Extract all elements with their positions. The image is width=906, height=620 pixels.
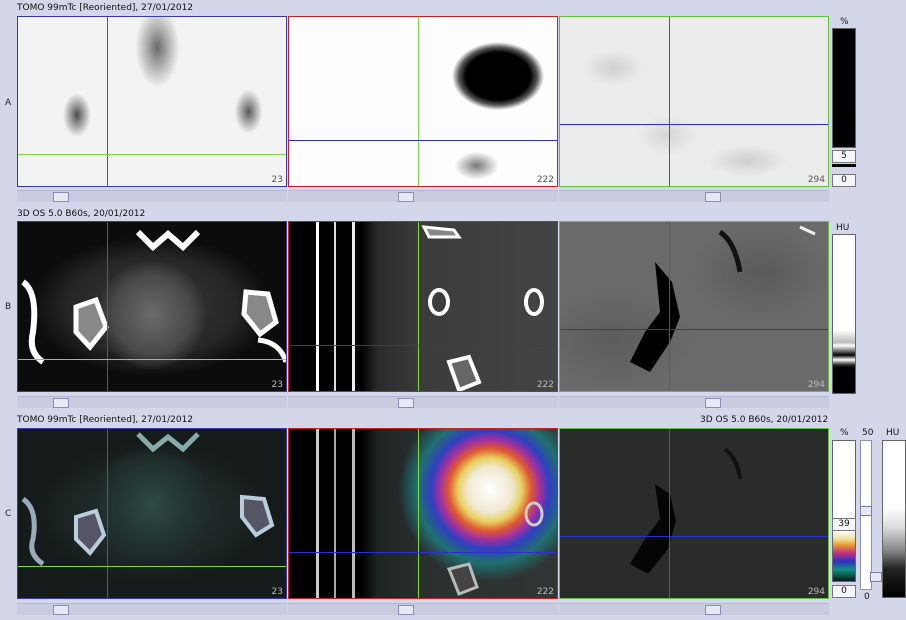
fused-structures: [630, 447, 742, 574]
fused-bones: [21, 432, 275, 567]
slice-number: 222: [536, 587, 554, 597]
viewport-a-coronal[interactable]: 294: [559, 16, 829, 187]
slice-number: 294: [807, 175, 825, 185]
slice-number: 294: [807, 587, 825, 597]
crosshair-vertical[interactable]: [669, 222, 670, 391]
viewport-c-sagittal[interactable]: 222: [288, 428, 558, 599]
hu-scale-c[interactable]: [882, 440, 906, 598]
slice-number: 23: [271, 380, 283, 390]
series-title-c-left: TOMO 99mTc [Reoriented], 27/01/2012: [17, 415, 194, 425]
scrollbar-thumb[interactable]: [398, 605, 414, 615]
row-label-c: C: [5, 509, 12, 519]
scrollbar-thumb[interactable]: [398, 398, 414, 408]
crosshair-vertical[interactable]: [418, 429, 419, 598]
scrollbar-thumb[interactable]: [53, 398, 69, 408]
row-label-a: A: [5, 98, 12, 108]
scrollbar-c-coronal[interactable]: [559, 603, 829, 615]
ct-structures: [316, 222, 544, 391]
viewport-b-sagittal[interactable]: 222: [288, 221, 558, 392]
slice-number: 23: [271, 587, 283, 597]
scale-unit-c-hu: HU: [886, 428, 900, 438]
crosshair-vertical[interactable]: [669, 429, 670, 598]
scrollbar-a-coronal[interactable]: [559, 190, 829, 202]
crosshair-horizontal[interactable]: [560, 536, 828, 537]
scrollbar-thumb[interactable]: [705, 398, 721, 408]
viewport-b-coronal[interactable]: 294: [559, 221, 829, 392]
viewport-c-axial[interactable]: 23: [17, 428, 287, 599]
scale-unit-c-pct: %: [840, 428, 849, 438]
blend-slider-knob-upper[interactable]: [860, 506, 872, 516]
blend-slider-knob-lower[interactable]: [870, 572, 882, 582]
crosshair-horizontal[interactable]: [560, 124, 828, 125]
viewport-a-sagittal[interactable]: 222: [288, 16, 558, 187]
crosshair-vertical[interactable]: [107, 429, 108, 598]
scrollbar-thumb[interactable]: [705, 192, 721, 202]
crosshair-horizontal[interactable]: [289, 552, 557, 553]
scale-upper-value-c[interactable]: 39: [832, 518, 856, 531]
scale-marker-a: [832, 164, 856, 167]
scrollbar-thumb[interactable]: [53, 605, 69, 615]
scrollbar-b-axial[interactable]: [17, 396, 287, 408]
scrollbar-c-axial[interactable]: [17, 603, 287, 615]
color-scale-c[interactable]: [832, 440, 856, 582]
slice-number: 222: [536, 380, 554, 390]
viewport-a-axial[interactable]: 23: [17, 16, 287, 187]
crosshair-vertical[interactable]: [107, 222, 108, 391]
scale-upper-value-a[interactable]: 5: [832, 150, 856, 163]
scrollbar-a-axial[interactable]: [17, 190, 287, 202]
row-label-b: B: [5, 302, 12, 312]
crosshair-horizontal[interactable]: [18, 359, 286, 360]
scrollbar-b-coronal[interactable]: [559, 396, 829, 408]
scale-unit-b: HU: [836, 223, 850, 233]
slice-number: 222: [536, 175, 554, 185]
viewport-c-coronal[interactable]: 294: [559, 428, 829, 599]
color-scale-a[interactable]: [832, 28, 856, 148]
scale-unit-a: %: [840, 17, 849, 27]
crosshair-vertical[interactable]: [418, 17, 419, 186]
scale-unit-c-blend: 50: [862, 428, 874, 438]
viewport-b-axial[interactable]: 23: [17, 221, 287, 392]
hu-scale-b[interactable]: [832, 234, 856, 394]
slice-number: 294: [807, 380, 825, 390]
ct-structures: [630, 225, 816, 372]
scale-lower-value-c[interactable]: 0: [832, 585, 856, 598]
crosshair-horizontal[interactable]: [18, 154, 286, 155]
crosshair-vertical[interactable]: [418, 222, 419, 391]
ct-bones: [21, 229, 286, 365]
series-title-b: 3D OS 5.0 B60s, 20/01/2012: [17, 209, 146, 219]
series-title-c-right: 3D OS 5.0 B60s, 20/01/2012: [700, 415, 829, 425]
series-title-a: TOMO 99mTc [Reoriented], 27/01/2012: [17, 3, 194, 13]
crosshair-horizontal[interactable]: [289, 140, 557, 141]
crosshair-vertical[interactable]: [669, 17, 670, 186]
crosshair-horizontal[interactable]: [560, 329, 828, 330]
scale-lower-value-a[interactable]: 0: [832, 174, 856, 187]
crosshair-horizontal[interactable]: [18, 566, 286, 567]
scrollbar-thumb[interactable]: [398, 192, 414, 202]
scrollbar-thumb[interactable]: [53, 192, 69, 202]
crosshair-horizontal[interactable]: [289, 345, 557, 346]
scrollbar-c-sagittal[interactable]: [288, 603, 558, 615]
slice-number: 23: [271, 175, 283, 185]
fused-structures: [316, 429, 544, 598]
scrollbar-b-sagittal[interactable]: [288, 396, 558, 408]
scrollbar-thumb[interactable]: [705, 605, 721, 615]
blend-lower-value: 0: [864, 592, 870, 602]
crosshair-vertical[interactable]: [107, 17, 108, 186]
scrollbar-a-sagittal[interactable]: [288, 190, 558, 202]
